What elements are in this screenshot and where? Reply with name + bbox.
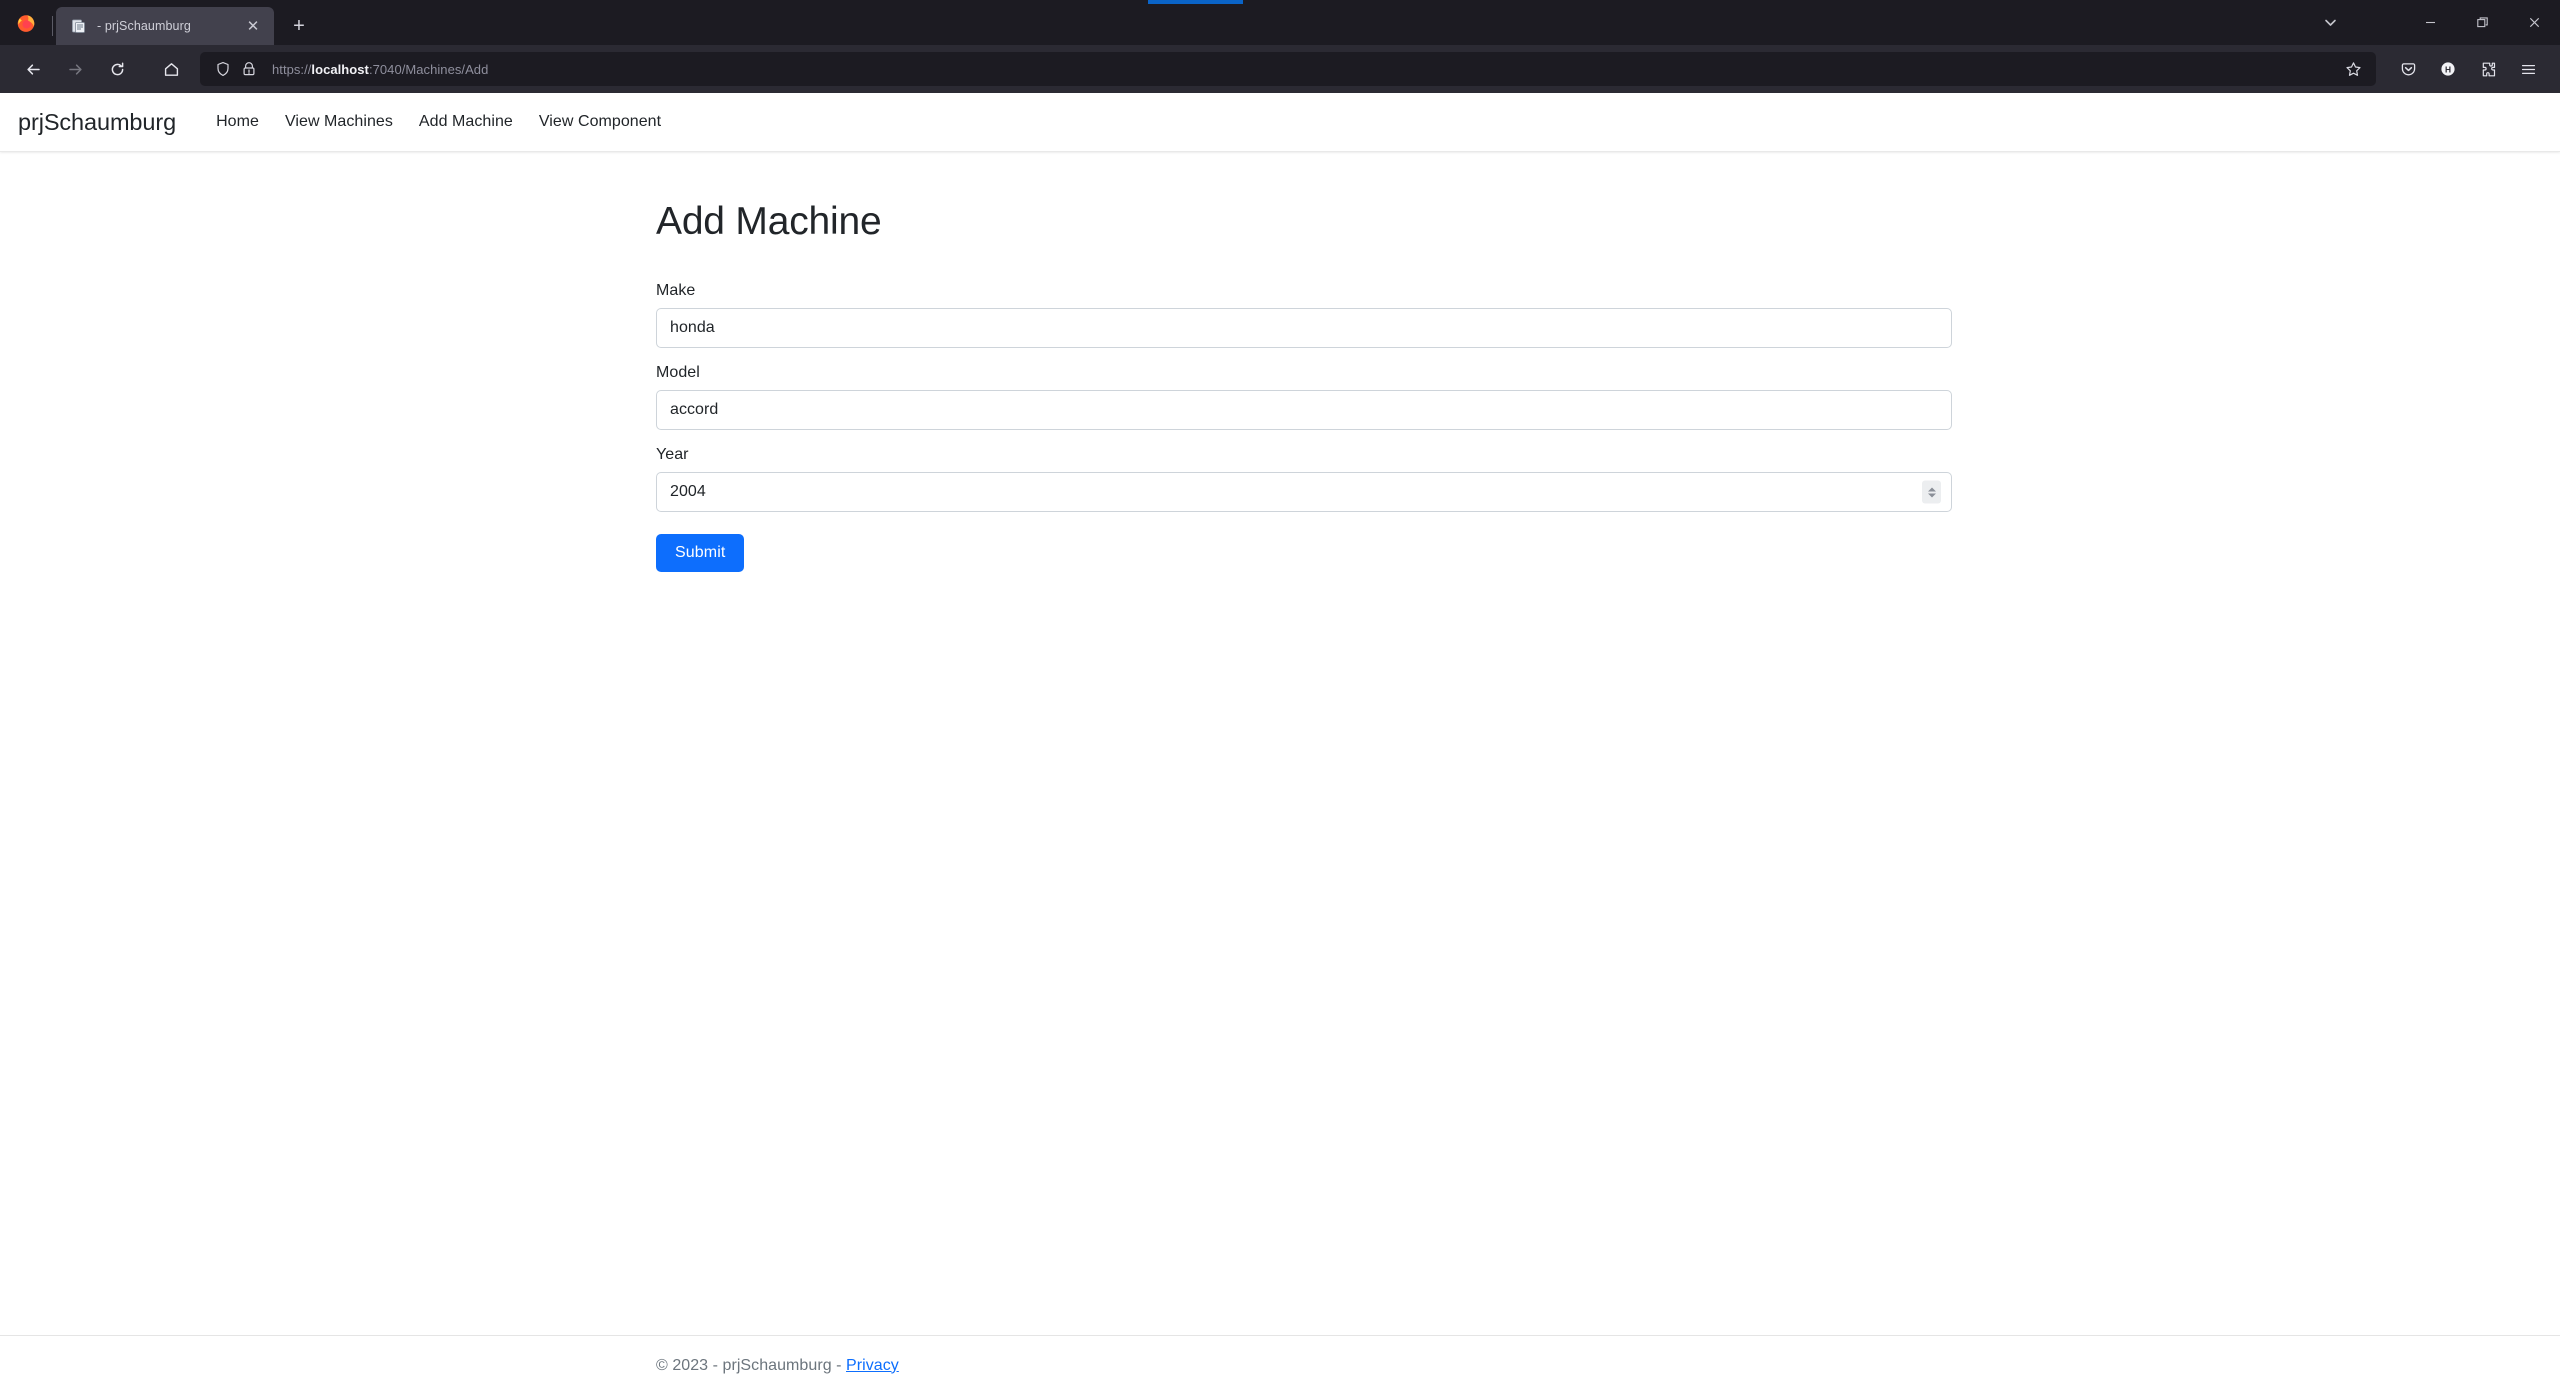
page-title: Add Machine — [656, 200, 882, 243]
nav-links: Home View Machines Add Machine View Comp… — [203, 113, 674, 131]
site-navbar: prjSchaumburg Home View Machines Add Mac… — [0, 93, 2560, 151]
browser-toolbar-actions: H — [2386, 52, 2546, 86]
site-header: prjSchaumburg Home View Machines Add Mac… — [0, 93, 2560, 152]
url-bar[interactable]: https://localhost:7040/Machines/Add — [200, 52, 2376, 86]
make-input[interactable] — [656, 308, 1952, 348]
extensions-icon[interactable] — [2470, 52, 2506, 86]
account-h-icon[interactable]: H — [2430, 52, 2466, 86]
tab-strip: - prjSchaumburg ✕ + — [52, 0, 2302, 45]
browser-tab[interactable]: - prjSchaumburg ✕ — [52, 7, 274, 45]
year-input[interactable] — [656, 472, 1952, 512]
pocket-icon[interactable] — [2390, 52, 2426, 86]
new-tab-button[interactable]: + — [282, 9, 316, 43]
browser-tabstrip-bar: - prjSchaumburg ✕ + — [0, 0, 2560, 45]
spinner-down-icon[interactable] — [1927, 493, 1936, 497]
add-machine-form: Make Model Year — [656, 282, 1952, 572]
forward-arrow-icon — [56, 52, 94, 86]
url-host: localhost — [311, 61, 369, 77]
footer-text-container: © 2023 - prjSchaumburg - Privacy — [632, 1357, 1928, 1375]
year-label: Year — [656, 446, 689, 463]
nav-link-home[interactable]: Home — [203, 113, 272, 131]
tab-title: - prjSchaumburg — [97, 19, 191, 33]
url-path: :7040/Machines/Add — [368, 61, 489, 77]
footer-copyright: © 2023 - prjSchaumburg - — [656, 1356, 847, 1374]
star-icon[interactable] — [2338, 54, 2368, 84]
home-icon[interactable] — [152, 52, 190, 86]
shield-icon[interactable] — [210, 56, 236, 82]
back-arrow-icon[interactable] — [14, 52, 52, 86]
browser-window: - prjSchaumburg ✕ + https://localhost:70… — [0, 0, 2560, 1395]
nav-link-view-component[interactable]: View Component — [526, 113, 674, 131]
year-input-wrapper — [656, 472, 1952, 512]
content-container: Add Machine Make Model Year — [632, 152, 1952, 572]
hamburger-menu-icon[interactable] — [2510, 52, 2546, 86]
firefox-logo-icon — [0, 0, 52, 45]
window-controls — [2302, 0, 2560, 45]
submit-button[interactable]: Submit — [656, 534, 745, 572]
browser-navigation-toolbar: https://localhost:7040/Machines/Add H — [0, 45, 2560, 93]
chevron-down-icon[interactable] — [2302, 0, 2358, 45]
page-content: Add Machine Make Model Year — [0, 152, 2560, 1395]
reload-icon[interactable] — [98, 52, 136, 86]
minimize-icon[interactable] — [2404, 0, 2456, 45]
page-viewport: prjSchaumburg Home View Machines Add Mac… — [0, 93, 2560, 1395]
restore-icon[interactable] — [2456, 0, 2508, 45]
close-icon[interactable] — [2508, 0, 2560, 45]
nav-link-add-machine[interactable]: Add Machine — [406, 113, 526, 131]
spinner-up-icon[interactable] — [1927, 487, 1936, 491]
url-text[interactable]: https://localhost:7040/Machines/Add — [272, 62, 2338, 77]
url-scheme: https:// — [272, 61, 312, 77]
site-footer: © 2023 - prjSchaumburg - Privacy — [0, 1335, 2560, 1395]
field-group-model: Model — [656, 364, 1952, 430]
number-spinner[interactable] — [1922, 480, 1941, 504]
nav-link-view-machines[interactable]: View Machines — [272, 113, 406, 131]
make-label: Make — [656, 282, 696, 299]
lock-warning-icon[interactable] — [236, 56, 262, 82]
brand-link[interactable]: prjSchaumburg — [18, 109, 176, 136]
model-input[interactable] — [656, 390, 1952, 430]
field-group-year: Year — [656, 446, 1952, 512]
tab-close-icon[interactable]: ✕ — [242, 15, 264, 37]
svg-text:H: H — [2445, 64, 2451, 74]
privacy-link[interactable]: Privacy — [846, 1357, 899, 1374]
document-favicon-icon — [70, 18, 87, 35]
window-drag-accent — [1148, 0, 1243, 4]
model-label: Model — [656, 364, 700, 381]
field-group-make: Make — [656, 282, 1952, 348]
